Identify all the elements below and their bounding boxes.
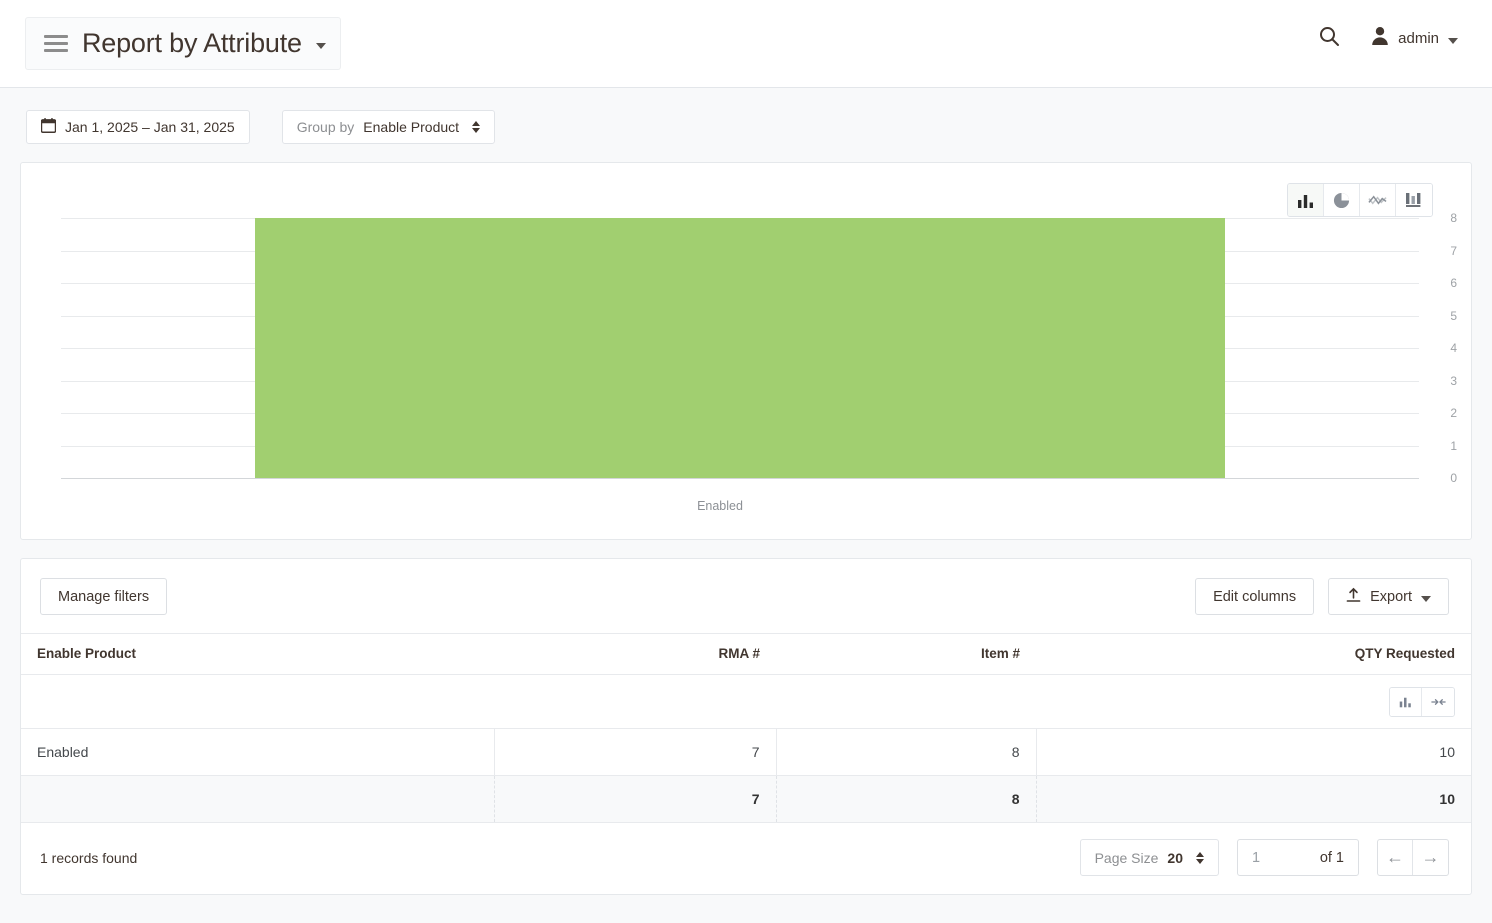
chart-x-axis-label: Enabled <box>21 499 1419 513</box>
chart-y-tick-label: 7 <box>1427 244 1457 258</box>
date-range-filter[interactable]: Jan 1, 2025 – Jan 31, 2025 <box>26 110 250 144</box>
current-page-value: 1 <box>1252 850 1260 866</box>
table-totals-row: 7 8 10 <box>21 776 1471 823</box>
previous-page-icon[interactable]: ← <box>1378 840 1413 875</box>
filter-cell-qty <box>1036 675 1471 729</box>
user-avatar-icon <box>1371 26 1389 51</box>
user-chevron-down-icon[interactable] <box>1448 38 1458 44</box>
group-by-prefix: Group by <box>297 119 355 135</box>
cell-enable-product: Enabled <box>21 729 494 776</box>
chart-bar[interactable] <box>255 218 1226 478</box>
filter-bar: Jan 1, 2025 – Jan 31, 2025 Group by Enab… <box>0 88 1492 162</box>
column-header-rma[interactable]: RMA # <box>494 634 776 675</box>
collapse-arrows-icon[interactable] <box>1422 688 1454 716</box>
table-filter-row <box>21 675 1471 729</box>
cell-rma: 7 <box>494 729 776 776</box>
total-cell-enable-product <box>21 776 494 823</box>
table-panel: Manage filters Edit columns Export <box>20 558 1472 895</box>
upload-icon <box>1346 587 1361 607</box>
manage-filters-button[interactable]: Manage filters <box>40 578 167 615</box>
column-header-enable-product[interactable]: Enable Product <box>21 634 494 675</box>
search-icon[interactable] <box>1317 24 1341 53</box>
calendar-icon <box>41 118 56 136</box>
menu-title-button[interactable]: Report by Attribute <box>25 17 341 70</box>
chart-y-tick-label: 3 <box>1427 374 1457 388</box>
chevron-down-icon[interactable] <box>316 43 326 49</box>
chart-y-tick-label: 2 <box>1427 406 1457 420</box>
table-header-row: Enable Product RMA # Item # QTY Requeste… <box>21 634 1471 675</box>
chart-y-tick-label: 1 <box>1427 439 1457 453</box>
table-footer: 1 records found Page Size 20 1 of 1 ← → <box>21 823 1471 894</box>
total-cell-item: 8 <box>776 776 1036 823</box>
bar-chart-small-icon[interactable] <box>1390 688 1422 716</box>
export-label: Export <box>1370 589 1412 605</box>
chart-y-tick-label: 8 <box>1427 211 1457 225</box>
export-button[interactable]: Export <box>1328 578 1449 615</box>
filter-cell-rma <box>494 675 776 729</box>
top-header: Report by Attribute admin <box>0 0 1492 88</box>
date-range-label: Jan 1, 2025 – Jan 31, 2025 <box>65 119 235 135</box>
sort-updown-icon[interactable] <box>472 121 480 133</box>
edit-columns-button[interactable]: Edit columns <box>1195 578 1314 615</box>
chart-gridline <box>61 478 1419 479</box>
bar-chart-icon[interactable] <box>1288 184 1324 216</box>
report-table: Enable Product RMA # Item # QTY Requeste… <box>21 633 1471 823</box>
records-found-label: 1 records found <box>40 850 137 866</box>
page-body: Jan 1, 2025 – Jan 31, 2025 Group by Enab… <box>0 88 1492 923</box>
page-arrows: ← → <box>1377 839 1449 876</box>
table-row[interactable]: Enabled 7 8 10 <box>21 729 1471 776</box>
group-by-value: Enable Product <box>363 119 459 135</box>
page-size-prefix: Page Size <box>1095 850 1159 866</box>
table-toolbar: Manage filters Edit columns Export <box>21 559 1471 633</box>
header-actions: admin <box>1317 24 1458 53</box>
pagination: Page Size 20 1 of 1 ← → <box>1080 839 1449 876</box>
total-pages-label: of 1 <box>1320 850 1344 866</box>
total-cell-rma: 7 <box>494 776 776 823</box>
cell-item: 8 <box>776 729 1036 776</box>
line-chart-icon[interactable] <box>1360 184 1396 216</box>
page-size-selector[interactable]: Page Size 20 <box>1080 839 1219 876</box>
filter-cell-item <box>776 675 1036 729</box>
pie-chart-icon[interactable] <box>1324 184 1360 216</box>
total-cell-qty: 10 <box>1036 776 1471 823</box>
chart-y-tick-label: 5 <box>1427 309 1457 323</box>
filter-cell-enable-product <box>21 675 494 729</box>
chart-type-toggles <box>1287 183 1433 217</box>
table-toolbar-right: Edit columns Export <box>1195 578 1449 615</box>
chart-plot-area: 876543210 <box>61 218 1419 478</box>
table-body: Enabled 7 8 10 7 8 10 <box>21 675 1471 823</box>
column-header-item[interactable]: Item # <box>776 634 1036 675</box>
chart-y-tick-label: 0 <box>1427 471 1457 485</box>
cell-qty: 10 <box>1036 729 1471 776</box>
next-page-icon[interactable]: → <box>1413 840 1448 875</box>
chart-panel: 876543210 Enabled <box>20 162 1472 540</box>
column-header-qty-requested[interactable]: QTY Requested <box>1036 634 1471 675</box>
page-number-input[interactable]: 1 of 1 <box>1237 839 1359 876</box>
user-name-label: admin <box>1398 30 1439 47</box>
page-title: Report by Attribute <box>82 28 302 59</box>
row-action-buttons <box>1389 687 1455 717</box>
chart-y-tick-label: 6 <box>1427 276 1457 290</box>
table-head: Enable Product RMA # Item # QTY Requeste… <box>21 634 1471 675</box>
page-size-value: 20 <box>1167 850 1183 866</box>
group-by-filter[interactable]: Group by Enable Product <box>282 110 495 144</box>
user-menu[interactable]: admin <box>1371 26 1458 51</box>
export-chevron-down-icon[interactable] <box>1421 596 1431 602</box>
hamburger-icon[interactable] <box>44 35 68 52</box>
chart-y-tick-label: 4 <box>1427 341 1457 355</box>
page-size-updown-icon[interactable] <box>1196 852 1204 864</box>
